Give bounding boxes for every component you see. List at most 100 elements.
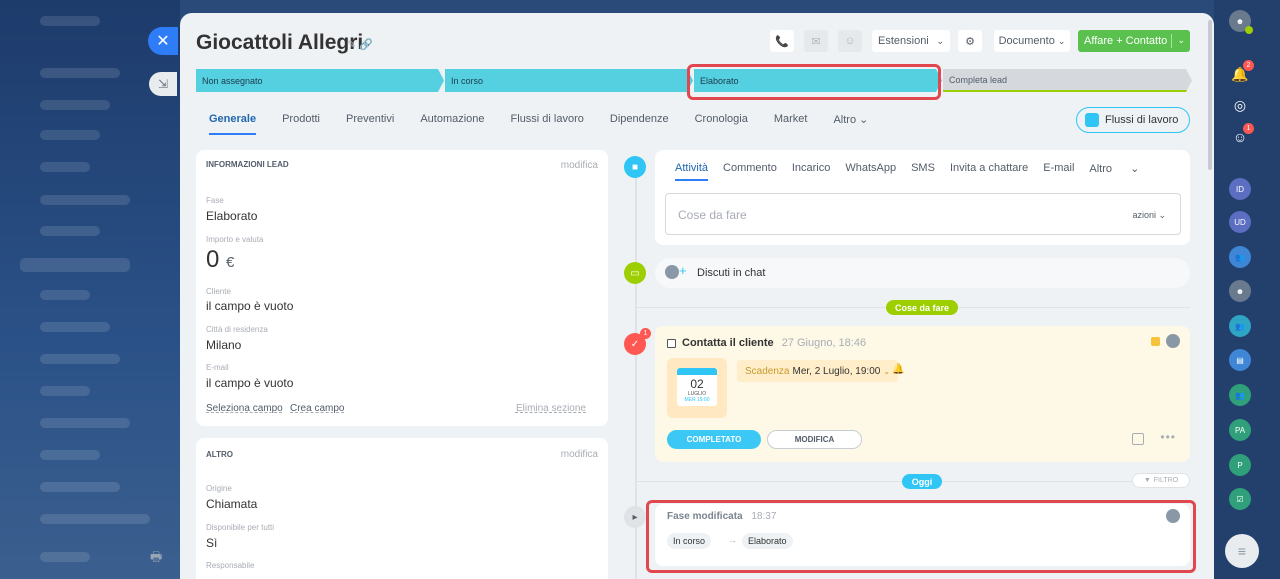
cose-da-fare-pill: Cose da fare [886,300,958,315]
tab-whatsapp[interactable]: WhatsApp [845,162,896,181]
seleziona-campo-link[interactable]: Seleziona campo [206,403,283,414]
group-icon[interactable]: 👥 [1229,315,1251,337]
citta-label: Città di residenza [206,325,268,334]
scadenza-selector[interactable]: Scadenza Mer, 2 Luglio, 19:00 ⌄ [737,360,899,382]
tab-attivita[interactable]: Attività [675,162,709,181]
separator [1171,34,1172,48]
task-title: Contatta il cliente 27 Giugno, 18:46 [667,337,866,349]
tab-automazione[interactable]: Automazione [420,113,484,135]
flussi-label: Flussi di lavoro [1105,114,1179,126]
stage-completa-lead[interactable]: Completa lead [943,69,1192,92]
estensioni-dropdown[interactable]: Estensioni ⌄ [872,30,950,52]
chevron-down-icon: ⌄ [1177,35,1185,45]
edit-link[interactable]: modifica [561,160,598,171]
tab-altro-activity[interactable]: Altro ⌄ [1089,162,1139,181]
minimize-icon[interactable]: ⇲ [149,72,177,96]
stage-in-corso[interactable]: In corso [445,69,693,92]
bell-icon[interactable]: 🔔 [892,364,904,375]
documento-dropdown[interactable]: Documento ⌄ [994,30,1070,52]
edit-link-icons[interactable]: ✎ 🔗 [347,38,373,51]
avatar-ud[interactable]: UD [1229,211,1251,233]
stage-label: Non assegnato [202,75,263,86]
chat-icon[interactable]: ☺ [838,30,862,52]
cliente-value[interactable]: il campo è vuoto [206,299,293,313]
filtro-label: FILTRO [1153,477,1179,484]
printer-icon[interactable]: 🖶 [150,548,162,570]
tab-altro[interactable]: Altro ⌄ [833,113,868,135]
group-icon[interactable]: 👥 [1229,246,1251,268]
citta-value[interactable]: Milano [206,338,241,352]
scrollbar[interactable] [1208,20,1212,170]
task-card: Contatta il cliente 27 Giugno, 18:46 02 … [655,326,1190,462]
chat-group-icon[interactable]: ▤ [1229,349,1251,371]
tab-sms[interactable]: SMS [911,162,935,181]
stage-label: Completa lead [949,74,1008,85]
menu-icon[interactable]: ≡ [1225,534,1259,568]
avatar[interactable] [1166,334,1180,348]
color-flag-icon[interactable] [1151,337,1160,346]
email-label: E-mail [206,363,229,372]
fase-value[interactable]: Elaborato [206,209,257,223]
edit-link[interactable]: modifica [561,449,598,460]
task-time: 27 Giugno, 18:46 [781,337,867,349]
todo-placeholder: Cose da fare [678,208,747,222]
tab-incarico[interactable]: Incarico [792,162,831,181]
tab-email[interactable]: E-mail [1043,162,1074,181]
completato-button[interactable]: COMPLETATO [667,430,761,449]
scadenza-value: Mer, 2 Luglio, 19:00 [792,365,881,377]
modifica-button[interactable]: MODIFICA [767,430,862,449]
elimina-sezione-link[interactable]: Elimina sezione [516,403,586,414]
mail-icon[interactable]: ✉ [804,30,828,52]
lead-panel: Giocattoli Allegri ✎ 🔗 📞 ✉ ☺ Estensioni … [180,13,1214,579]
task-icon[interactable]: ☑ [1229,488,1251,510]
avatar-pa[interactable]: PA [1229,419,1251,441]
origine-value[interactable]: Chiamata [206,497,257,511]
section-title: INFORMAZIONI LEAD [206,160,289,169]
chevron-down-icon: ⌄ [859,114,869,126]
chat-label: Discuti in chat [697,267,766,279]
disponibile-value[interactable]: Sì [206,536,217,550]
origine-label: Origine [206,484,232,493]
flussi-di-lavoro-button[interactable]: Flussi di lavoro [1076,107,1190,133]
tab-generale[interactable]: Generale [209,113,257,135]
affare-contatto-button[interactable]: Affare + Contatto ⌄ [1078,30,1190,52]
tab-invita[interactable]: Invita a chattare [950,162,1028,181]
note-icon[interactable] [1132,433,1144,445]
responsabile-label: Responsabile [206,561,255,570]
tab-cronologia[interactable]: Cronologia [695,113,748,135]
more-icon[interactable]: ••• [1160,430,1176,444]
tab-market[interactable]: Market [774,113,808,135]
workflow-icon [1085,113,1099,127]
importo-value[interactable]: 0 € [206,246,234,274]
cal-dow: MER 19:00 [684,397,710,403]
close-icon[interactable]: ✕ [148,27,178,55]
crea-campo-link[interactable]: Crea campo [290,403,344,414]
tab-prodotti[interactable]: Prodotti [282,113,320,135]
avatar-id[interactable]: ID [1229,178,1251,200]
estensioni-label: Estensioni [878,35,929,47]
tab-preventivi[interactable]: Preventivi [346,113,394,135]
azioni-dropdown[interactable]: azioni ⌄ [1132,210,1166,221]
discuti-in-chat[interactable]: + Discuti in chat [655,258,1190,288]
tab-flussi[interactable]: Flussi di lavoro [511,113,584,135]
task-title-text: Contatta il cliente [682,337,774,349]
oggi-pill: Oggi [902,474,942,489]
avatar-p[interactable]: P [1229,454,1251,476]
filtro-button[interactable]: ▼ FILTRO [1132,473,1190,488]
task-checkbox[interactable] [667,338,676,348]
target-icon[interactable]: ◎ [1229,94,1251,116]
online-dot-icon [1245,26,1253,34]
tab-commento[interactable]: Commento [723,162,777,181]
group-icon[interactable]: 👥 [1229,384,1251,406]
stage-label: In corso [451,75,484,86]
phone-icon[interactable]: 📞 [770,30,794,52]
avatar[interactable]: ☻ [1229,280,1251,302]
email-value[interactable]: il campo è vuoto [206,376,293,390]
chevron-down-icon: ⌄ [936,35,944,46]
todo-input[interactable]: Cose da fare azioni ⌄ [665,193,1181,235]
currency: € [226,254,235,271]
tab-dipendenze[interactable]: Dipendenze [610,113,669,135]
stage-non-assegnato[interactable]: Non assegnato [196,69,444,92]
gear-icon[interactable]: ⚙ [958,30,982,52]
documento-label: Documento [998,35,1055,47]
